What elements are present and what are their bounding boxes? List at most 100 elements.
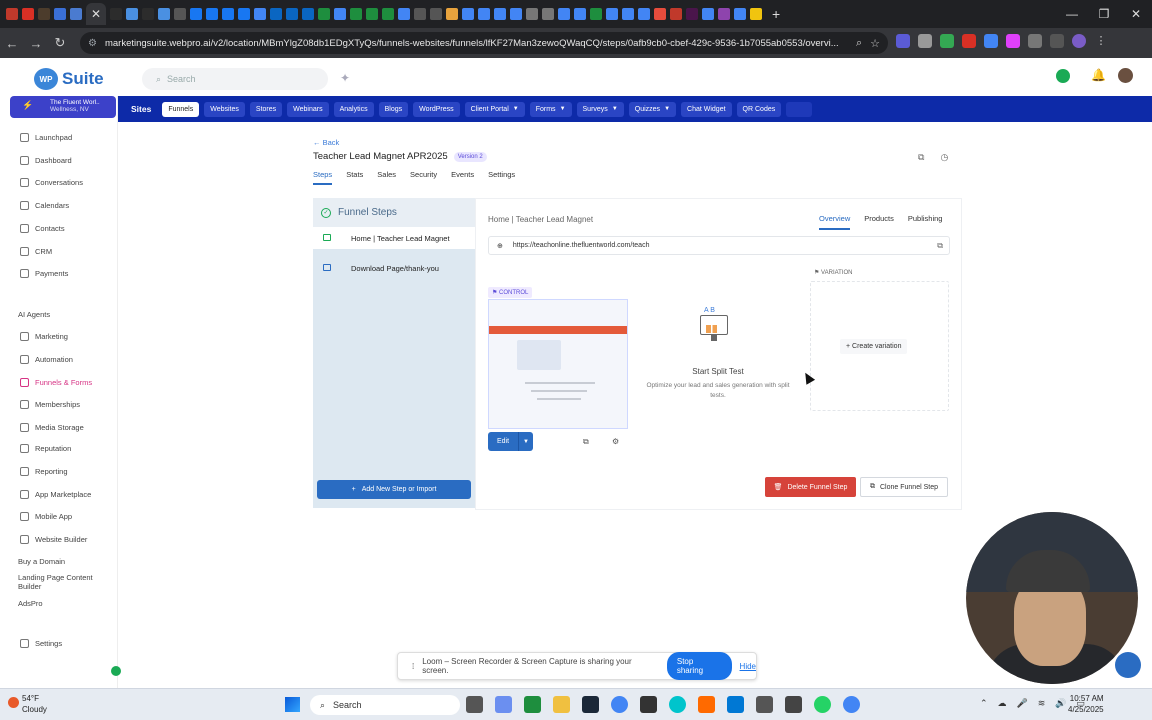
external-link-icon[interactable]: ⧉ (583, 437, 589, 447)
extensions-puzzle-icon[interactable] (1028, 34, 1042, 48)
ai-sparkle-icon[interactable]: ✦ (340, 71, 350, 85)
back-arrow-icon[interactable]: ← (0, 36, 24, 51)
account-switcher[interactable]: ⚡ The Fluent Worl.. Wellness, NV (10, 96, 116, 118)
wp-suite-logo[interactable]: WP Suite (34, 68, 104, 90)
version-badge[interactable]: Version 2 (453, 151, 487, 162)
tab-favicon[interactable] (222, 8, 234, 20)
tab-analytics[interactable]: Analytics (333, 101, 374, 117)
tab-stats[interactable]: Stats (346, 170, 363, 185)
sidebar-item-website-builder[interactable]: Website Builder (0, 530, 118, 548)
history-icon[interactable]: ◷ (940, 152, 948, 163)
tab-favicon[interactable] (654, 8, 666, 20)
hide-sharing-bar-link[interactable]: Hide (740, 662, 756, 671)
bookmark-star-icon[interactable]: ☆ (870, 37, 880, 50)
tab-favicon[interactable] (142, 8, 154, 20)
tab-favicon[interactable] (158, 8, 170, 20)
sidebar-item-reputation[interactable]: Reputation (0, 439, 118, 457)
sidepanel-icon[interactable] (1050, 34, 1064, 48)
tab-favicon[interactable] (702, 8, 714, 20)
tab-favicon[interactable] (414, 8, 426, 20)
tab-favicon[interactable] (750, 8, 762, 20)
sidebar-item-marketing[interactable]: Marketing (0, 327, 118, 345)
sidebar-item-reporting[interactable]: Reporting (0, 462, 118, 480)
file-explorer-icon[interactable] (466, 696, 483, 713)
new-tab-button[interactable]: + (772, 6, 780, 22)
canva-icon[interactable] (669, 696, 686, 713)
sidebar-item-dashboard[interactable]: Dashboard (0, 151, 118, 169)
tab-favicon[interactable] (446, 8, 458, 20)
close-window-icon[interactable]: ✕ (1120, 0, 1152, 28)
sidebar-item-calendars[interactable]: Calendars (0, 196, 118, 214)
collapse-sidebar-button[interactable] (111, 666, 121, 676)
tab-favicon[interactable] (494, 8, 506, 20)
tab-webinars[interactable]: Webinars (287, 101, 329, 117)
extension-icon[interactable] (940, 34, 954, 48)
tab-favicon[interactable] (542, 8, 554, 20)
external-link-icon[interactable]: ⧉ (937, 241, 943, 251)
tab-security[interactable]: Security (410, 170, 437, 185)
sidebar-item-buy-domain[interactable]: Buy a Domain (0, 552, 118, 570)
tab-surveys[interactable]: Surveys ▼ (576, 101, 624, 117)
tab-sales[interactable]: Sales (377, 170, 396, 185)
sidebar-item-adspro[interactable]: AdsPro (0, 594, 118, 612)
tab-favicon[interactable] (174, 8, 186, 20)
copilot-icon[interactable] (495, 696, 512, 713)
tab-steps[interactable]: Steps (313, 170, 333, 185)
sidebar-item-automation[interactable]: Automation (0, 350, 118, 368)
back-link[interactable]: ← Back (313, 138, 339, 147)
tab-favicon[interactable] (382, 8, 394, 20)
tab-favicon[interactable] (38, 8, 50, 20)
illustrator-icon[interactable] (698, 696, 715, 713)
external-link-icon[interactable]: ⧉ (918, 152, 924, 163)
weather-widget[interactable]: 54°F Cloudy (8, 693, 47, 715)
phone-call-icon[interactable] (1056, 69, 1070, 83)
outlook-icon[interactable] (727, 696, 744, 713)
tab-favicon[interactable] (590, 8, 602, 20)
tab-favicon[interactable] (638, 8, 650, 20)
tab-favicon[interactable] (110, 8, 122, 20)
stop-sharing-button[interactable]: Stop sharing (666, 652, 732, 680)
browser-menu-icon[interactable]: ⋮ (1094, 34, 1108, 48)
chevron-down-icon[interactable]: ▼ (519, 432, 533, 451)
chrome-active-icon[interactable] (843, 696, 860, 713)
tab-favicon[interactable] (686, 8, 698, 20)
tab-favicon[interactable] (22, 8, 34, 20)
capcut-icon[interactable] (640, 696, 657, 713)
sidebar-section-ai-agents[interactable]: AI Agents (0, 305, 118, 323)
extension-icon[interactable] (1006, 34, 1020, 48)
create-variation-button[interactable]: + Create variation (840, 339, 908, 354)
tab-favicon[interactable] (6, 8, 18, 20)
forward-arrow-icon[interactable]: → (24, 36, 48, 51)
tab-client-portal[interactable]: Client Portal ▼ (464, 101, 525, 117)
windows-start-icon[interactable] (285, 697, 300, 712)
steam-icon[interactable] (582, 696, 599, 713)
tab-forms[interactable]: Forms ▼ (529, 101, 572, 117)
tab-stores[interactable]: Stores (249, 101, 283, 117)
whatsapp-icon[interactable] (814, 696, 831, 713)
tab-favicon[interactable] (70, 8, 82, 20)
chrome-icon[interactable] (611, 696, 628, 713)
edit-split-button[interactable]: Edit ▼ (488, 432, 533, 451)
sidebar-item-media-storage[interactable]: Media Storage (0, 418, 118, 436)
volume-icon[interactable]: 🔊 (1055, 698, 1066, 709)
tab-favicon[interactable] (366, 8, 378, 20)
address-bar[interactable]: ⚙ marketingsuite.webpro.ai/v2/location/M… (80, 32, 888, 54)
sidebar-item-memberships[interactable]: Memberships (0, 395, 118, 413)
tab-favicon[interactable] (574, 8, 586, 20)
tab-funnels[interactable]: Funnels (162, 101, 200, 117)
tab-favicon[interactable] (334, 8, 346, 20)
onedrive-icon[interactable]: ☁ (998, 698, 1007, 709)
calculator-app-icon[interactable] (756, 696, 773, 713)
sidebar-item-launchpad[interactable]: Launchpad (0, 128, 118, 146)
chat-widget-button[interactable] (1115, 652, 1141, 678)
tab-favicon[interactable] (558, 8, 570, 20)
wifi-icon[interactable]: ≋ (1038, 698, 1046, 709)
chevron-up-icon[interactable]: ⌃ (980, 698, 988, 709)
tab-favicon[interactable] (238, 8, 250, 20)
zoom-icon[interactable]: ⌕ (856, 37, 862, 50)
extension-icon[interactable] (918, 34, 932, 48)
tab-favicon[interactable] (270, 8, 282, 20)
tab-favicon[interactable] (606, 8, 618, 20)
tab-qr-codes[interactable]: QR Codes (736, 101, 782, 117)
tab-wordpress[interactable]: WordPress (413, 101, 460, 117)
